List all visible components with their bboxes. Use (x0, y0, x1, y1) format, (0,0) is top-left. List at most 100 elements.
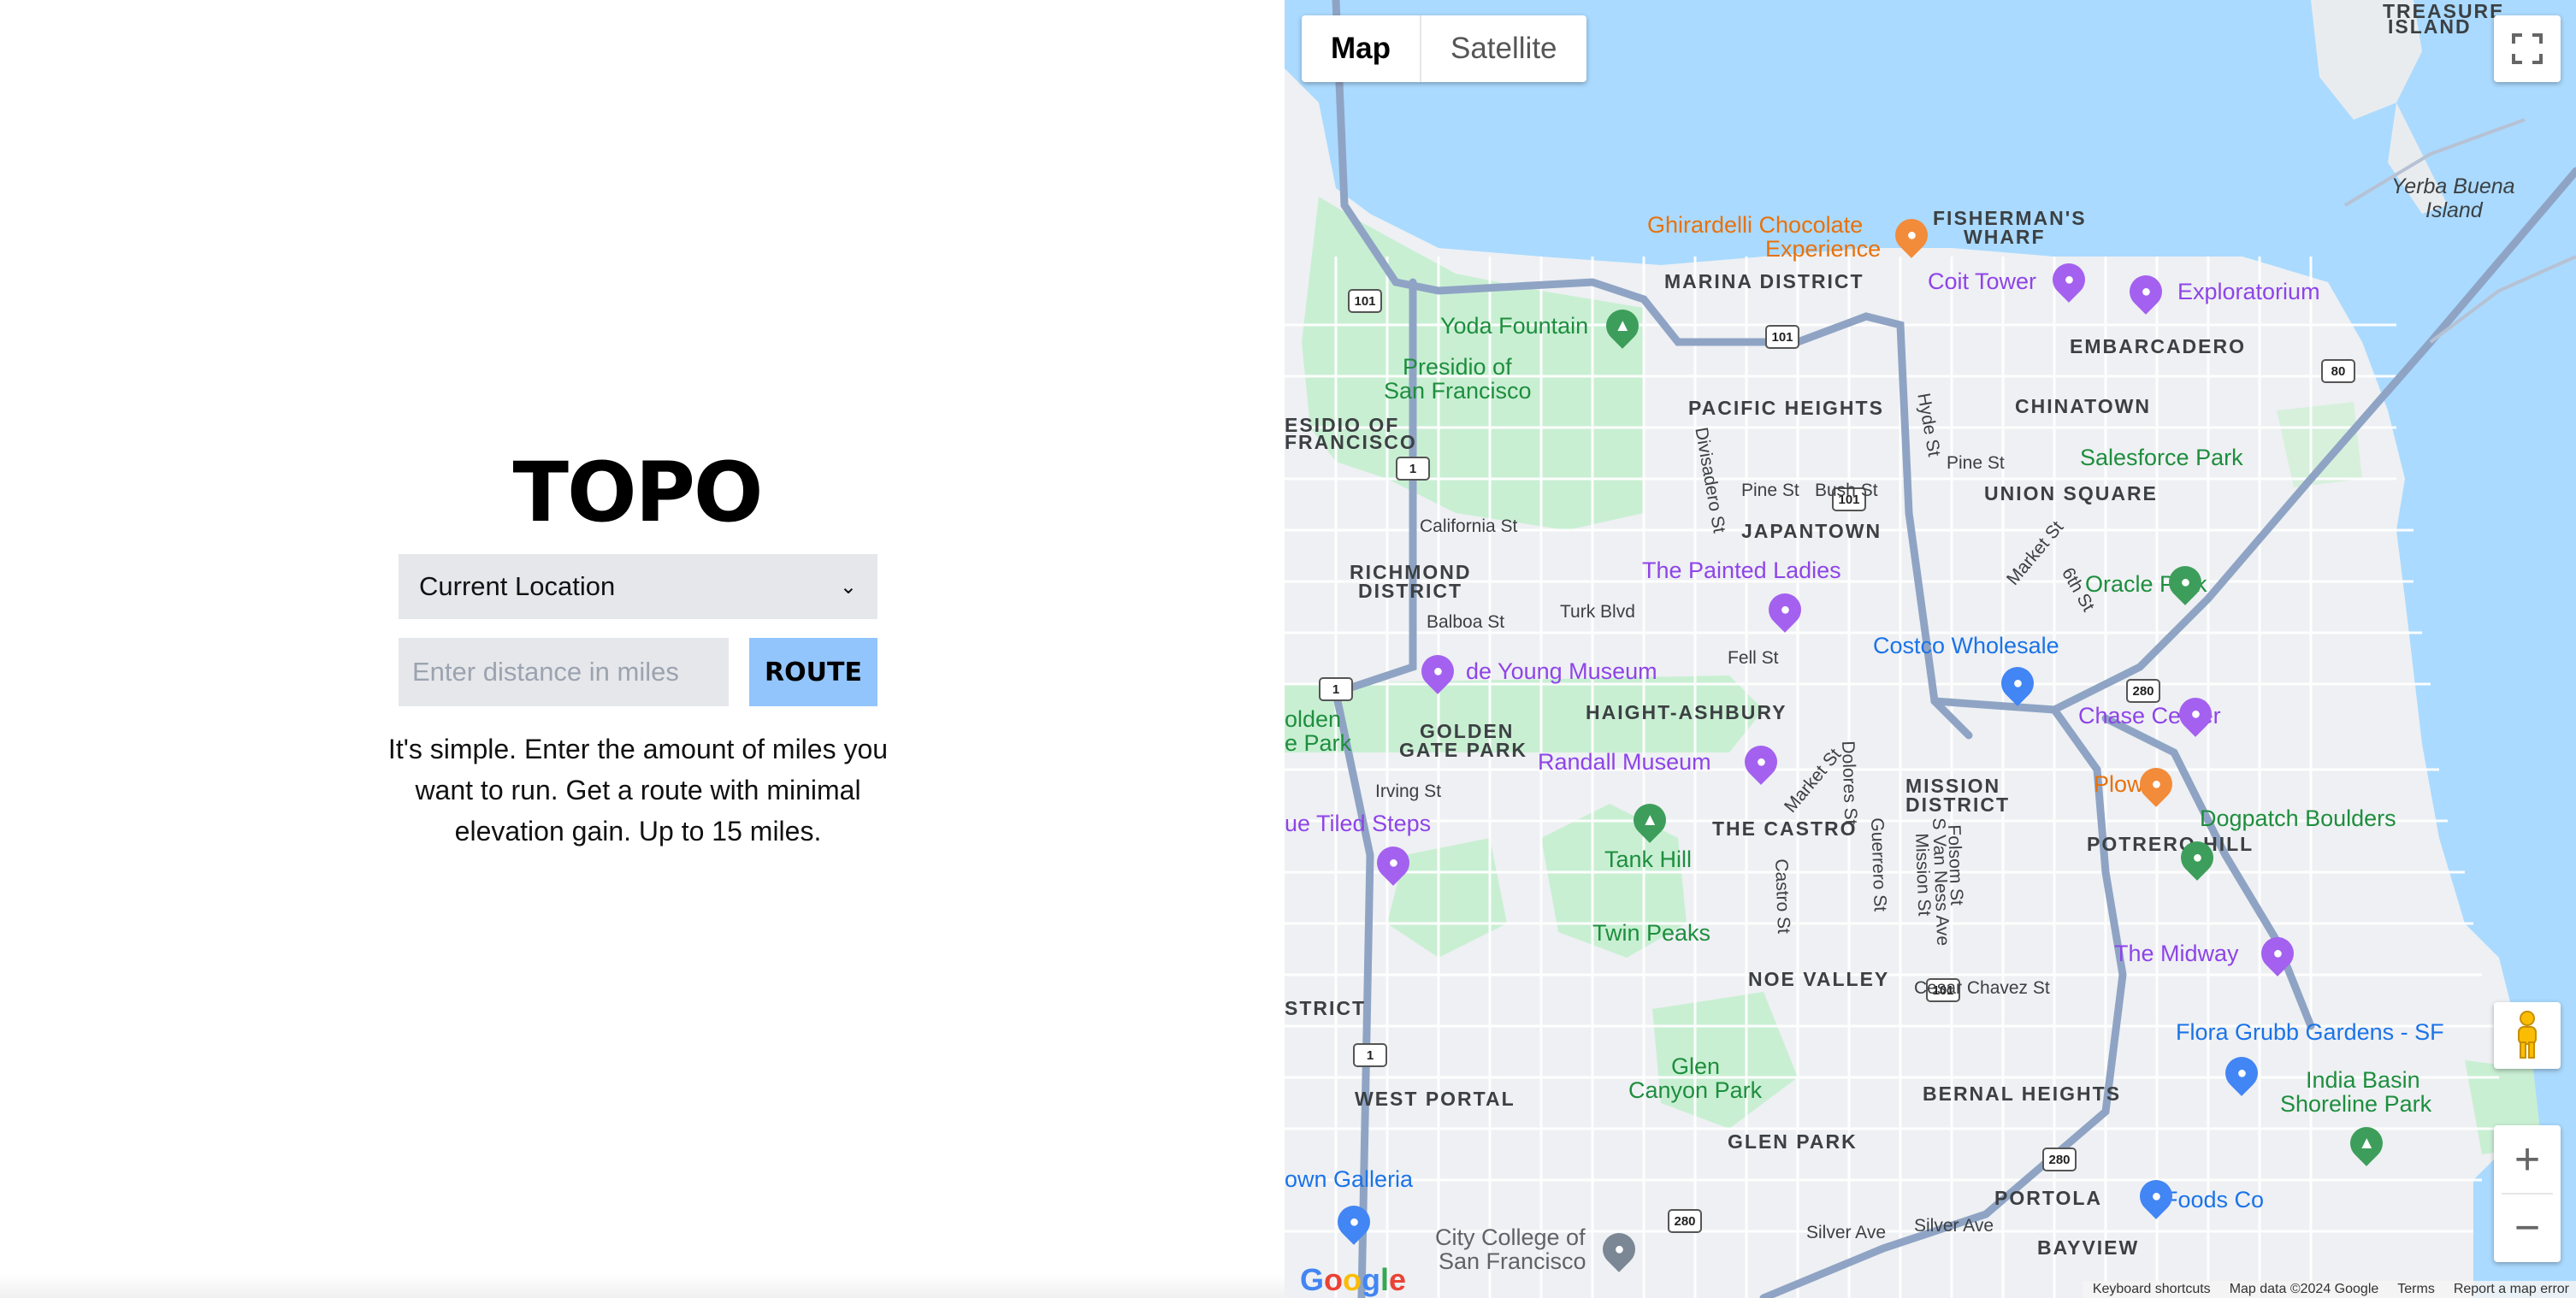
island-label: Yerba Buena (2391, 174, 2515, 198)
highway-280-shield: 280 (2042, 1148, 2077, 1171)
street-label: Cesar Chavez St (1914, 978, 2050, 998)
poi-label[interactable]: Exploratorium (2177, 279, 2320, 305)
district-label: CHINATOWN (2015, 395, 2151, 417)
map-view[interactable]: 101 101 101 1 1 1 80 280 101 280 280 TRE… (1285, 0, 2576, 1298)
district-label: UNION SQUARE (1984, 482, 2158, 504)
street-label: Fell St (1728, 648, 1779, 668)
district-label: FRANCISCO (1285, 431, 1417, 453)
map-type-satellite-button[interactable]: Satellite (1421, 15, 1586, 82)
map-data-text: Map data ©2024 Google (2229, 1282, 2379, 1296)
street-label: California St (1420, 516, 1518, 536)
map-attribution: Keyboard shortcuts Map data ©2024 Google… (2082, 1281, 2576, 1298)
highway-1-shield: 1 (1396, 457, 1430, 481)
district-label: PACIFIC HEIGHTS (1688, 397, 1884, 419)
poi-label[interactable]: San Francisco (1439, 1248, 1586, 1275)
district-label: NOE VALLEY (1748, 968, 1890, 990)
district-label: PORTOLA (1994, 1187, 2103, 1209)
poi-label[interactable]: Yoda Fountain (1440, 313, 1588, 339)
terms-link[interactable]: Terms (2397, 1282, 2435, 1297)
district-label: ISLAND (2388, 15, 2472, 38)
district-label: DISTRICT (1358, 580, 1463, 602)
district-label: DISTRICT (1905, 794, 2011, 816)
district-label: HAIGHT-ASHBURY (1586, 701, 1787, 723)
app-logo: TOPO (512, 445, 763, 540)
app-panel: TOPO Current Location ⌄ ROUTE It's simpl… (0, 0, 1285, 1298)
app-description: It's simple. Enter the amount of miles y… (387, 734, 889, 847)
zoom-control: + − (2494, 1125, 2561, 1262)
street-label: Dolores St (1838, 740, 1861, 825)
district-label: POTRERO HILL (2087, 833, 2254, 855)
start-location-value: Current Location (419, 571, 616, 601)
poi-label[interactable]: Randall Museum (1538, 749, 1711, 776)
poi-label[interactable]: Tank Hill (1604, 847, 1692, 873)
poi-label[interactable]: de Young Museum (1466, 658, 1657, 685)
district-label: MARINA DISTRICT (1664, 270, 1864, 292)
poi-label[interactable]: Foods Co (2164, 1187, 2264, 1213)
report-error-link[interactable]: Report a map error (2454, 1282, 2569, 1297)
poi-label[interactable]: Twin Peaks (1592, 920, 1710, 947)
street-label: Mission St (1911, 833, 1935, 917)
poi-label[interactable]: Shoreline Park (2280, 1091, 2431, 1118)
route-button[interactable]: ROUTE (749, 638, 877, 706)
district-label: BERNAL HEIGHTS (1923, 1083, 2122, 1105)
poi-label[interactable]: Flora Grubb Gardens - SF (2176, 1019, 2444, 1046)
district-label: BAYVIEW (2037, 1236, 2140, 1259)
district-label: GLEN PARK (1728, 1130, 1858, 1153)
start-location-select[interactable]: Current Location ⌄ (399, 554, 877, 619)
fullscreen-icon (2512, 33, 2543, 64)
google-logo[interactable]: Google (1300, 1262, 1406, 1298)
street-label: Pine St (1947, 453, 2005, 473)
panel-shadow (0, 1274, 1285, 1298)
poi-label[interactable]: Canyon Park (1628, 1077, 1762, 1104)
poi-label[interactable]: Plow (2094, 771, 2144, 798)
pegman-icon (2518, 1011, 2537, 1059)
highway-280-shield: 280 (2126, 679, 2160, 703)
poi-label[interactable]: The Painted Ladies (1642, 558, 1841, 584)
district-label: THE CASTRO (1712, 817, 1858, 840)
district-label: STRICT (1285, 997, 1367, 1019)
poi-label[interactable]: Experience (1765, 236, 1881, 263)
poi-label[interactable]: own Galleria (1285, 1166, 1413, 1193)
distance-input[interactable] (399, 638, 729, 706)
poi-label[interactable]: Glen (1671, 1053, 1720, 1080)
map-type-control: Map Satellite (1302, 15, 1586, 82)
island-label: Island (2425, 198, 2483, 222)
fullscreen-button[interactable] (2494, 15, 2561, 82)
street-view-button[interactable] (2494, 1002, 2561, 1069)
poi-label[interactable]: Costco Wholesale (1873, 633, 2059, 659)
highway-101-shield: 101 (1348, 289, 1382, 313)
district-label: EMBARCADERO (2070, 335, 2246, 357)
district-label: GATE PARK (1399, 739, 1528, 761)
street-label: Pine St (1741, 481, 1799, 500)
street-label: Silver Ave (1806, 1223, 1886, 1242)
keyboard-shortcuts-link[interactable]: Keyboard shortcuts (2093, 1282, 2211, 1297)
district-label: WEST PORTAL (1355, 1088, 1515, 1110)
zoom-in-icon[interactable]: + (2494, 1125, 2561, 1193)
map-type-map-button[interactable]: Map (1302, 15, 1421, 82)
poi-label[interactable]: Ghirardelli Chocolate (1647, 212, 1863, 239)
street-label: Silver Ave (1914, 1216, 1994, 1236)
highway-1-shield: 1 (1353, 1043, 1387, 1067)
district-label: WHARF (1964, 226, 2046, 248)
street-label: Bush St (1815, 481, 1878, 500)
poi-label[interactable]: City College of (1435, 1224, 1586, 1251)
poi-label[interactable]: Dogpatch Boulders (2200, 805, 2396, 832)
highway-1-shield: 1 (1319, 677, 1353, 701)
highway-280-shield: 280 (1668, 1209, 1702, 1233)
poi-label[interactable]: Salesforce Park (2080, 445, 2243, 471)
highway-80-shield: 80 (2321, 359, 2355, 383)
district-label: JAPANTOWN (1741, 520, 1882, 542)
street-label: Turk Blvd (1560, 602, 1635, 622)
poi-label[interactable]: Coit Tower (1928, 268, 2036, 295)
poi-label[interactable]: ue Tiled Steps (1285, 811, 1431, 837)
poi-label[interactable]: e Park (1285, 730, 1351, 757)
highway-101-shield: 101 (1765, 325, 1799, 349)
chevron-down-icon: ⌄ (839, 575, 857, 599)
street-label: Guerrero St (1867, 817, 1890, 912)
poi-label[interactable]: The Midway (2114, 941, 2239, 967)
poi-label[interactable]: San Francisco (1384, 378, 1532, 404)
poi-label[interactable]: Presidio of (1403, 354, 1512, 381)
poi-label[interactable]: India Basin (2306, 1067, 2420, 1094)
zoom-out-icon[interactable]: − (2494, 1195, 2561, 1262)
poi-label[interactable]: olden (1285, 706, 1341, 733)
